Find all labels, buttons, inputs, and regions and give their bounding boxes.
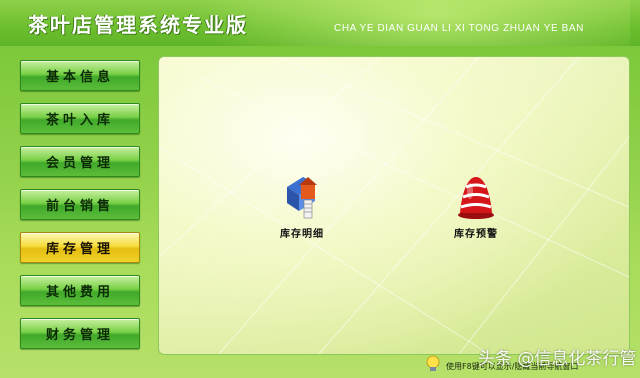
sidebar-nav: 基本信息 茶叶入库 会员管理 前台销售 库存管理 其他费用 财务管理	[0, 46, 150, 378]
app-subtitle: CHA YE DIAN GUAN LI XI TONG ZHUAN YE BAN	[334, 23, 584, 34]
module-inventory-detail-label: 库存明细	[280, 229, 324, 240]
app-header: 茶叶店管理系统专业版 CHA YE DIAN GUAN LI XI TONG Z…	[0, 0, 640, 46]
watermark-text: 头条 @信息化茶行管	[478, 349, 637, 369]
nav-basic-info-button[interactable]: 基本信息	[20, 60, 140, 91]
nav-member-management-button[interactable]: 会员管理	[20, 146, 140, 177]
main-content-panel: 库存明细 库存预警	[158, 56, 630, 355]
nav-inventory-management-button[interactable]: 库存管理	[20, 232, 140, 263]
background-rays	[159, 57, 629, 354]
nav-other-expenses-button[interactable]: 其他费用	[20, 275, 140, 306]
nav-tea-stock-in-button[interactable]: 茶叶入库	[20, 103, 140, 134]
app-title: 茶叶店管理系统专业版	[28, 13, 248, 37]
inventory-detail-icon	[287, 177, 317, 219]
nav-front-sales-button[interactable]: 前台销售	[20, 189, 140, 220]
module-inventory-detail[interactable]: 库存明细	[257, 173, 347, 240]
lightbulb-icon	[426, 355, 440, 371]
module-inventory-alert-label: 库存预警	[454, 229, 498, 240]
nav-finance-management-button[interactable]: 财务管理	[20, 318, 140, 349]
alarm-bell-icon	[458, 177, 494, 219]
module-inventory-alert[interactable]: 库存预警	[431, 171, 521, 240]
